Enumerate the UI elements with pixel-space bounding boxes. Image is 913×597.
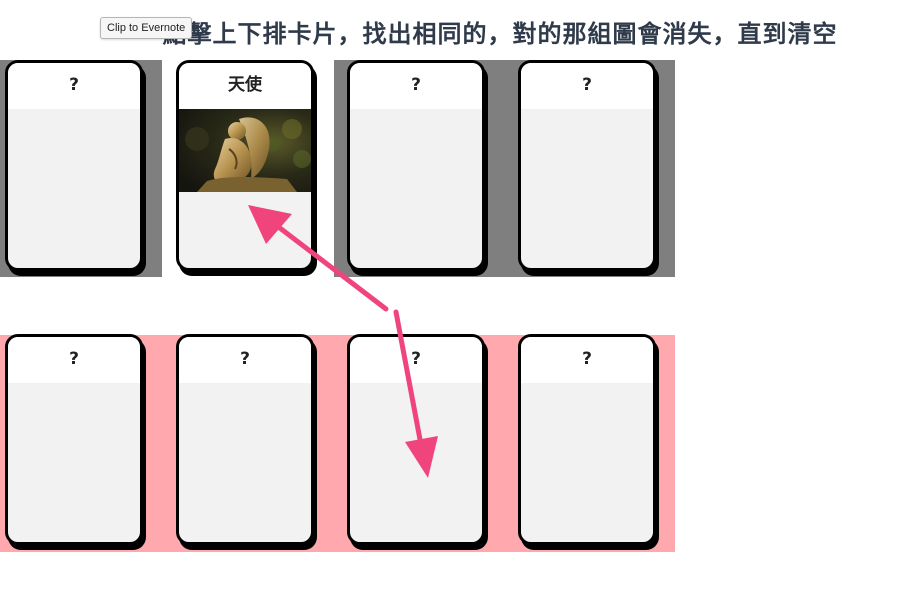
card-label: ? xyxy=(8,337,140,383)
top-card[interactable]: ? xyxy=(5,60,143,271)
card-label: ? xyxy=(350,337,482,383)
bottom-card[interactable]: ? xyxy=(176,334,314,545)
top-card[interactable]: ? xyxy=(518,60,656,271)
top-card[interactable]: ? xyxy=(347,60,485,271)
card-label: ? xyxy=(521,337,653,383)
card-label: ? xyxy=(179,337,311,383)
angel-statue-photo xyxy=(179,109,311,192)
card-label: ? xyxy=(8,63,140,109)
bottom-card[interactable]: ? xyxy=(518,334,656,545)
card-label: ? xyxy=(350,63,482,109)
card-label: 天使 xyxy=(179,63,311,109)
bottom-card[interactable]: ? xyxy=(347,334,485,545)
top-card-revealed[interactable]: 天使 xyxy=(176,60,314,271)
card-label: ? xyxy=(521,63,653,109)
bottom-card[interactable]: ? xyxy=(5,334,143,545)
evernote-tooltip: Clip to Evernote xyxy=(100,17,193,39)
